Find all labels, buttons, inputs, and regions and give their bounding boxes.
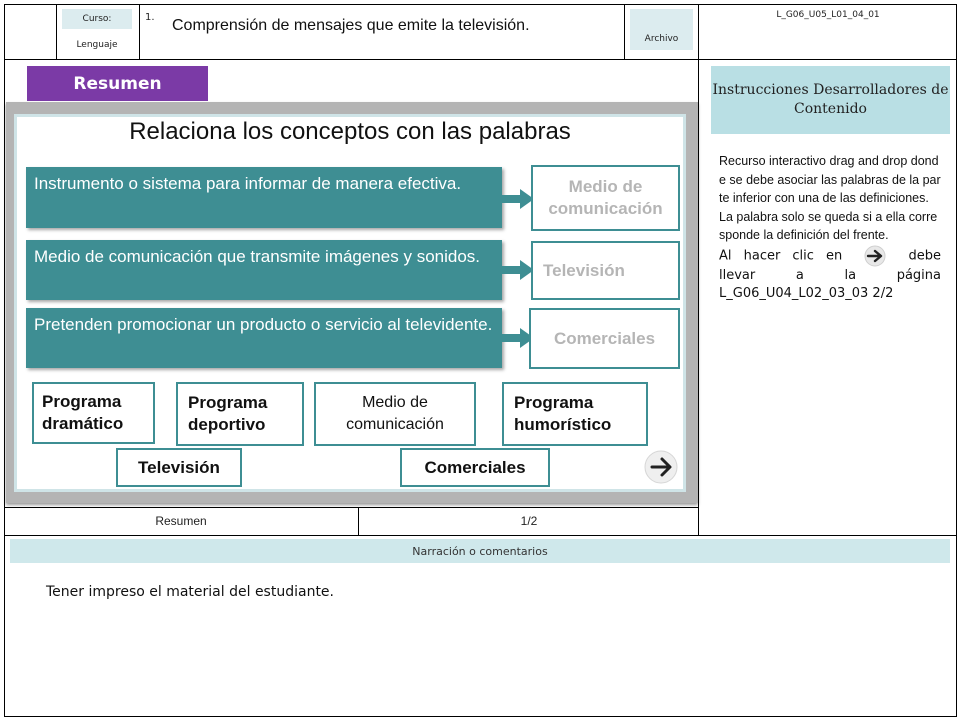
draggable-word-medio-de-comunicacion[interactable]: Medio de comunicación <box>314 382 476 446</box>
lesson-title: Comprensión de mensajes que emite la tel… <box>172 17 530 34</box>
instructions-paragraph-2: La palabra solo se queda si a ella corre… <box>719 209 938 243</box>
draggable-word-programa-dramatico[interactable]: Programa dramático <box>32 382 155 444</box>
grid-line <box>956 4 957 717</box>
narration-text: Tener impreso el material del estudiante… <box>46 584 334 600</box>
curso-label: Curso: <box>62 9 132 29</box>
grid-line <box>698 4 699 536</box>
archivo-label: Archivo <box>630 9 693 50</box>
grid-line <box>56 4 57 60</box>
next-arrow-icon <box>864 245 886 266</box>
resumen-tab-button[interactable]: Resumen <box>27 66 208 101</box>
definition-card-2: Medio de comunicación que transmite imág… <box>26 240 502 300</box>
file-code: L_G06_U05_L01_04_01 <box>776 10 880 20</box>
instructions-click-text: Al hacer clic en <box>719 248 843 263</box>
footer-section-label: Resumen <box>155 514 207 528</box>
grid-line <box>4 535 957 536</box>
grid-line <box>4 59 957 60</box>
draggable-word-programa-humoristico[interactable]: Programa humorístico <box>502 382 648 446</box>
definition-card-3: Pretenden promocionar un producto o serv… <box>26 308 502 368</box>
draggable-word-television[interactable]: Televisión <box>116 448 242 487</box>
next-arrow-icon[interactable] <box>643 450 679 484</box>
grid-line <box>4 716 957 717</box>
lesson-number: 1. <box>145 12 155 23</box>
grid-line <box>139 4 140 60</box>
footer-page-number: 1/2 <box>520 514 538 528</box>
drop-target-2[interactable]: Televisión <box>531 241 680 300</box>
draggable-word-programa-deportivo[interactable]: Programa deportivo <box>176 382 304 446</box>
draggable-word-comerciales[interactable]: Comerciales <box>400 448 550 487</box>
drop-target-3[interactable]: Comerciales <box>529 308 680 369</box>
narration-heading: Narración o comentarios <box>10 539 950 563</box>
instructions-body: Recurso interactivo drag and drop donde … <box>719 152 941 304</box>
activity-title: Relaciona los conceptos con las palabras <box>129 118 571 145</box>
grid-line <box>4 507 699 508</box>
definition-card-1: Instrumento o sistema para informar de m… <box>26 167 502 228</box>
grid-line <box>624 4 625 60</box>
drop-target-1[interactable]: Medio de comunicación <box>531 165 680 231</box>
instructions-paragraph-1: Recurso interactivo drag and drop donde … <box>719 154 941 205</box>
grid-line <box>4 4 957 5</box>
instructions-paragraph-3: Al hacer clic en debe llevar a la página… <box>719 245 941 304</box>
grid-line <box>4 4 5 717</box>
instructions-heading: Instrucciones Desarrolladores de Conteni… <box>711 66 950 134</box>
curso-value: Lenguaje <box>76 40 118 50</box>
